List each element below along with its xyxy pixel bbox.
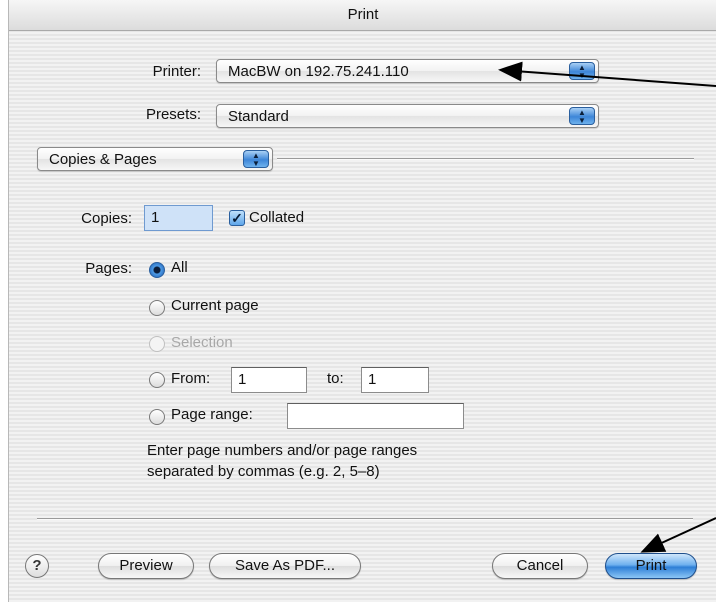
arrow-to-printer-popup — [498, 61, 716, 87]
arrow-to-print-button — [640, 517, 716, 553]
arrow-annotation-icon — [498, 61, 716, 553]
